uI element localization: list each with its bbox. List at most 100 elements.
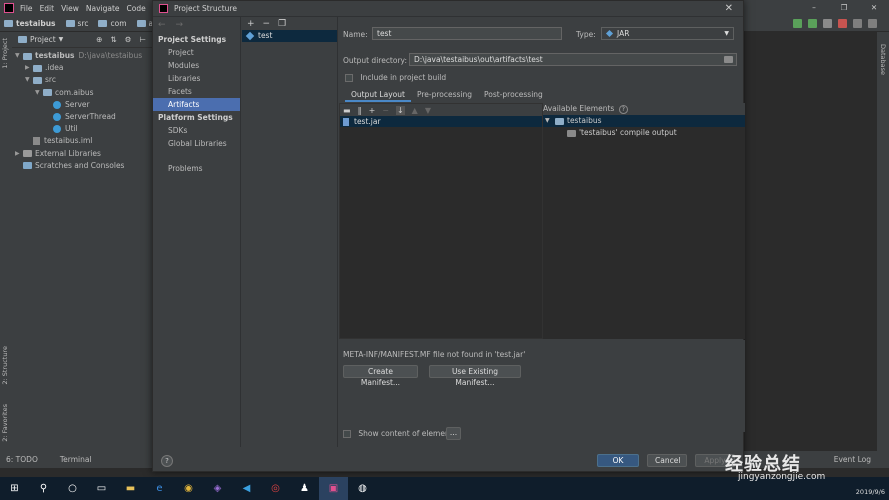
- tool-tab-structure[interactable]: 2: Structure: [1, 346, 9, 385]
- nav-item-modules[interactable]: Modules: [153, 59, 240, 72]
- sort-icon[interactable]: ↓: [395, 105, 405, 115]
- hide-icon[interactable]: ⊢: [139, 35, 146, 44]
- tool-tab-todo[interactable]: 6: TODO: [6, 455, 38, 464]
- use-existing-manifest-button[interactable]: Use Existing Manifest...: [429, 365, 521, 387]
- search-icon[interactable]: [868, 19, 877, 28]
- tree-node[interactable]: ▼ testaibus D:\java\testaibus: [12, 50, 152, 62]
- file-explorer-icon[interactable]: ▬: [116, 477, 145, 500]
- tree-node[interactable]: ▼ src: [12, 74, 152, 86]
- move-down-icon[interactable]: ▼: [425, 106, 431, 115]
- coverage-icon[interactable]: [823, 19, 832, 28]
- type-select[interactable]: JAR ▼: [601, 27, 734, 40]
- chevron-down-icon[interactable]: ▼: [15, 50, 23, 62]
- cancel-button[interactable]: Cancel: [647, 454, 687, 467]
- available-item-compile-output[interactable]: 'testaibus' compile output: [543, 127, 745, 139]
- chevron-right-icon[interactable]: ▶: [15, 148, 23, 160]
- copy-icon[interactable]: ❐: [278, 19, 286, 29]
- tree-node[interactable]: ▼ com.aibus: [12, 87, 152, 99]
- browse-folder-icon[interactable]: [724, 56, 733, 63]
- cortana-icon[interactable]: ○: [58, 477, 87, 500]
- gear-icon[interactable]: ⚙: [125, 35, 132, 44]
- minimize-icon[interactable]: –: [799, 0, 829, 16]
- stop-icon[interactable]: [838, 19, 847, 28]
- show-content-row[interactable]: Show content of elements: [343, 429, 457, 438]
- breadcrumb-com[interactable]: com: [110, 19, 126, 28]
- nav-item-facets[interactable]: Facets: [153, 85, 240, 98]
- breadcrumb-testaibus[interactable]: testaibus: [16, 19, 56, 28]
- tree-node[interactable]: ▶ .idea: [12, 62, 152, 74]
- nav-item-project[interactable]: Project: [153, 46, 240, 59]
- tab-pre-processing[interactable]: Pre-processing: [411, 88, 478, 102]
- add-icon[interactable]: +: [369, 106, 376, 115]
- tree-node[interactable]: testaibus.iml: [12, 135, 152, 147]
- windows-start-icon[interactable]: ⊞: [0, 477, 29, 500]
- search-icon[interactable]: ⚲: [29, 477, 58, 500]
- menu-code[interactable]: Code: [127, 4, 146, 13]
- tool-tab-terminal[interactable]: Terminal: [60, 455, 92, 464]
- tree-node[interactable]: Util: [12, 123, 152, 135]
- name-field[interactable]: test: [372, 27, 562, 40]
- tool-tab-database[interactable]: Database: [879, 44, 887, 75]
- tree-node[interactable]: Scratches and Consoles: [12, 160, 152, 172]
- tab-output-layout[interactable]: Output Layout: [345, 88, 411, 102]
- chevron-down-icon[interactable]: ▼: [545, 115, 555, 127]
- chevron-right-icon[interactable]: ▶: [25, 62, 33, 74]
- netease-music-icon[interactable]: ◎: [261, 477, 290, 500]
- help-icon[interactable]: ?: [618, 105, 628, 114]
- new-folder-icon[interactable]: ▬: [343, 106, 351, 115]
- nav-item-global-libraries[interactable]: Global Libraries: [153, 137, 240, 150]
- remove-icon[interactable]: −: [382, 106, 389, 115]
- vscode-icon[interactable]: ◀: [232, 477, 261, 500]
- nav-item-artifacts[interactable]: Artifacts: [153, 98, 240, 111]
- qq-icon[interactable]: ♟: [290, 477, 319, 500]
- ok-button[interactable]: OK: [597, 454, 639, 467]
- forward-arrow-icon[interactable]: →: [176, 20, 184, 30]
- menu-navigate[interactable]: Navigate: [86, 4, 120, 13]
- archive-icon[interactable]: ‖: [358, 106, 362, 115]
- add-icon[interactable]: +: [247, 19, 255, 29]
- help-button[interactable]: ?: [161, 455, 173, 467]
- intellij-taskbar-icon[interactable]: ▣: [319, 477, 348, 500]
- artifact-item[interactable]: test: [242, 30, 337, 42]
- back-arrow-icon[interactable]: ←: [158, 20, 166, 30]
- move-up-icon[interactable]: ▲: [412, 106, 418, 115]
- maximize-icon[interactable]: ❐: [829, 0, 859, 16]
- tool-tab-project[interactable]: 1: Project: [1, 38, 9, 69]
- tree-node[interactable]: ServerThread: [12, 111, 152, 123]
- nav-item-libraries[interactable]: Libraries: [153, 72, 240, 85]
- include-in-build-checkbox[interactable]: [345, 74, 353, 82]
- chrome-icon[interactable]: ◉: [174, 477, 203, 500]
- tool-tab-favorites[interactable]: 2: Favorites: [1, 404, 9, 442]
- locate-icon[interactable]: ⊕: [96, 35, 102, 44]
- layout-item[interactable]: test.jar: [340, 116, 542, 127]
- nav-item-sdks[interactable]: SDKs: [153, 124, 240, 137]
- menu-view[interactable]: View: [61, 4, 79, 13]
- breadcrumb-src[interactable]: src: [78, 19, 89, 28]
- close-window-icon[interactable]: ✕: [859, 0, 889, 16]
- show-content-options-button[interactable]: ...: [446, 427, 461, 440]
- close-icon[interactable]: ✕: [725, 3, 733, 14]
- include-in-build-row[interactable]: Include in project build: [345, 73, 446, 82]
- chevron-down-icon[interactable]: ▼: [25, 74, 33, 86]
- available-item-module[interactable]: ▼ testaibus: [543, 115, 745, 127]
- tab-post-processing[interactable]: Post-processing: [478, 88, 549, 102]
- visual-studio-icon[interactable]: ◈: [203, 477, 232, 500]
- create-manifest-button[interactable]: Create Manifest...: [343, 365, 418, 387]
- avatar-app-icon[interactable]: ◍: [348, 477, 377, 500]
- output-directory-field[interactable]: D:\java\testaibus\out\artifacts\test: [409, 53, 737, 66]
- tree-node[interactable]: ▶ External Libraries: [12, 148, 152, 160]
- project-panel-title[interactable]: Project: [30, 35, 56, 44]
- menu-edit[interactable]: Edit: [40, 4, 55, 13]
- task-view-icon[interactable]: ▭: [87, 477, 116, 500]
- collapse-icon[interactable]: ⇅: [110, 35, 116, 44]
- nav-item-problems[interactable]: Problems: [153, 162, 240, 175]
- debug-icon[interactable]: [808, 19, 817, 28]
- menu-file[interactable]: File: [20, 4, 33, 13]
- structure-icon[interactable]: [853, 19, 862, 28]
- tree-node[interactable]: Server: [12, 99, 152, 111]
- run-icon[interactable]: [793, 19, 802, 28]
- show-content-checkbox[interactable]: [343, 430, 351, 438]
- remove-icon[interactable]: −: [263, 19, 271, 29]
- chevron-down-icon[interactable]: ▼: [35, 87, 43, 99]
- chevron-down-icon[interactable]: ▼: [59, 36, 64, 43]
